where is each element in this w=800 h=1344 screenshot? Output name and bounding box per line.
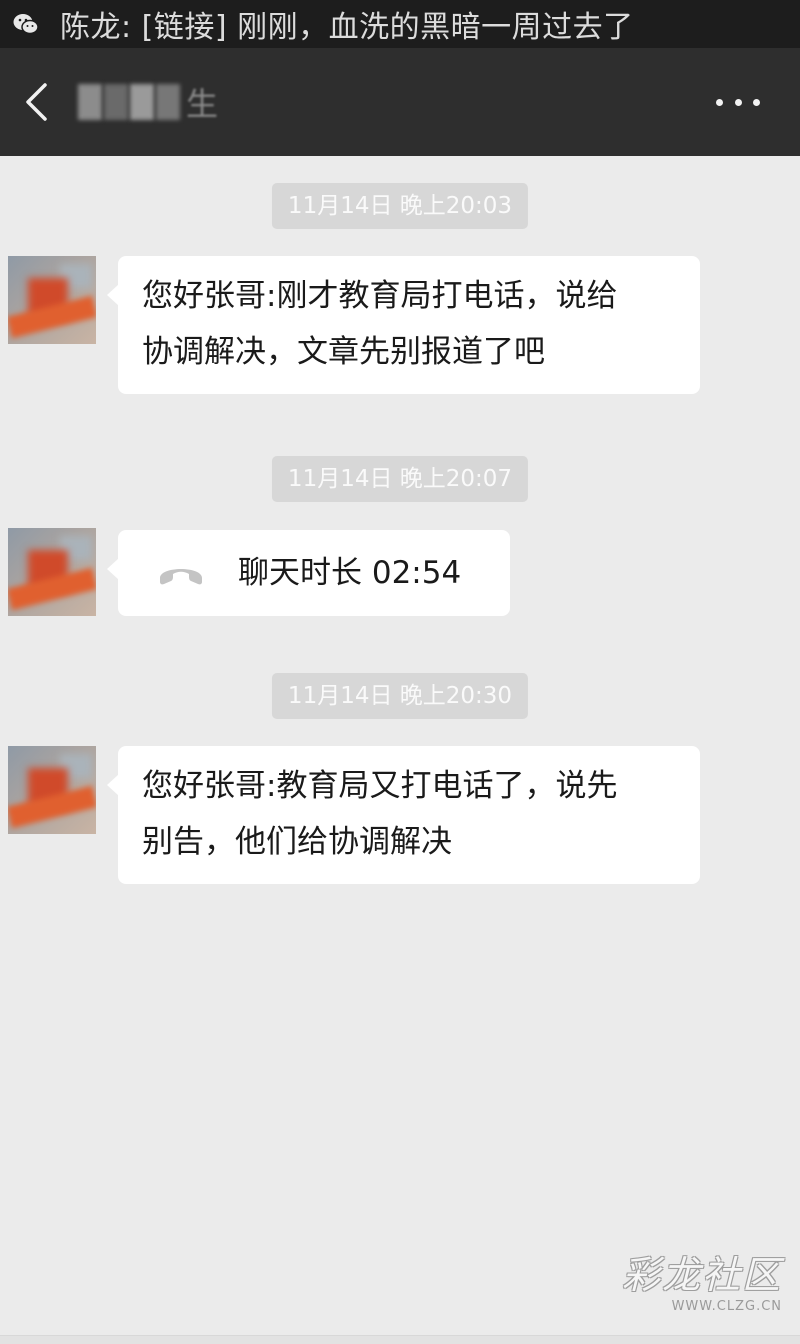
contact-name-pixelated: 生 [78, 81, 230, 123]
watermark: 彩龙社区 WWW.CLZG.CN [622, 1253, 782, 1314]
message-bubble[interactable]: 您好张哥:教育局又打电话了，说先 别告，他们给协调解决 [107, 746, 700, 884]
message-line: 您好张哥:教育局又打电话了，说先 [142, 768, 618, 804]
watermark-logo: 彩龙社区 [621, 1253, 782, 1297]
message-bubble[interactable]: 您好张哥:刚才教育局打电话，说给 协调解决，文章先别报道了吧 [107, 256, 700, 394]
message-timestamp: 11月14日 晚上20:03 [271, 183, 529, 229]
wechat-icon [12, 10, 40, 38]
call-duration-text: 聊天时长 02:54 [238, 555, 462, 591]
more-dots-icon[interactable] [716, 82, 760, 122]
avatar[interactable] [8, 746, 96, 834]
bottom-divider [0, 1335, 800, 1344]
avatar[interactable] [8, 528, 96, 616]
message-line: 您好张哥:刚才教育局打电话，说给 [142, 278, 618, 314]
notification-text: 陈龙: [链接] 刚刚，血洗的黑暗一周过去了 [60, 10, 634, 45]
avatar[interactable] [8, 256, 96, 344]
back-arrow-icon[interactable] [6, 72, 66, 132]
notification-bar[interactable]: 陈龙: [链接] 刚刚，血洗的黑暗一周过去了 [0, 0, 800, 48]
message-line: 协调解决，文章先别报道了吧 [142, 334, 545, 370]
phone-hangup-icon [160, 569, 202, 585]
message-timestamp: 11月14日 晚上20:07 [271, 456, 529, 502]
message-timestamp: 11月14日 晚上20:30 [271, 673, 529, 719]
message-line: 别告，他们给协调解决 [142, 824, 452, 860]
chat-header: 生 [0, 48, 800, 156]
watermark-url: WWW.CLZG.CN [671, 1299, 782, 1314]
contact-name-tail: 生 [186, 85, 219, 123]
call-record-bubble[interactable]: 聊天时长 02:54 [107, 530, 510, 616]
